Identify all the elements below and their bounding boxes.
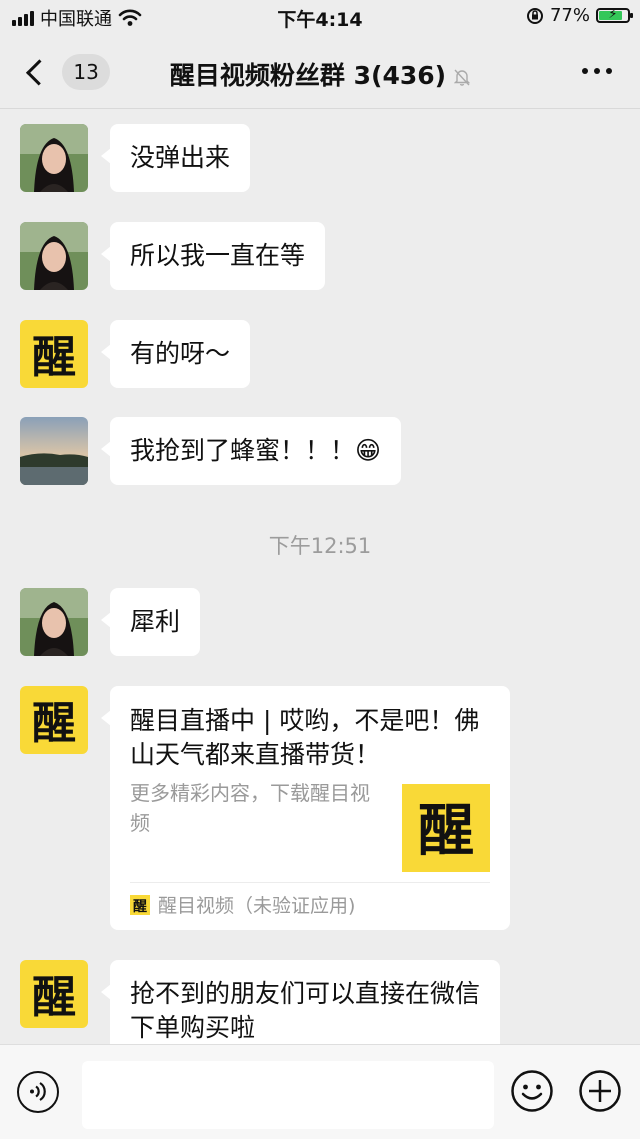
battery-percent: 77% [549, 5, 590, 26]
status-right: 77% ⚡ [526, 5, 633, 26]
avatar[interactable] [20, 124, 88, 192]
avatar[interactable]: 醒 [20, 320, 88, 388]
link-card-source: 醒 醒目视频（未验证应用) [130, 882, 490, 918]
grin-emoji-icon: 😁 [355, 436, 382, 465]
woman-avatar-image [20, 588, 88, 656]
message-bubble[interactable]: 没弹出来 [100, 124, 251, 192]
message-row: 我抢到了蜂蜜！！！😁 [20, 417, 402, 485]
message-text: 没弹出来 [130, 143, 231, 172]
more-options-button[interactable] [582, 68, 612, 74]
voice-input-button[interactable] [17, 1071, 59, 1113]
timestamp-divider: 下午12:51 [268, 534, 372, 558]
message-row: 所以我一直在等 [20, 222, 326, 290]
avatar[interactable]: 醒 [20, 686, 88, 754]
link-card-body: 更多精彩内容，下载醒目视频 醒 [130, 778, 490, 872]
svg-text:醒: 醒 [32, 698, 76, 749]
svg-text:醒: 醒 [32, 972, 76, 1023]
xingmu-small-logo-icon: 醒 [130, 894, 150, 915]
emoji-button[interactable] [510, 1069, 554, 1113]
message-input[interactable] [82, 1061, 494, 1129]
link-card[interactable]: 醒目直播中 | 哎哟，不是吧！佛山天气都来直播带货！ 更多精彩内容，下载醒目视频… [101, 686, 510, 930]
svg-text:醒: 醒 [133, 899, 147, 915]
chat-title: 醒目视频粉丝群 3(436) [169, 61, 447, 90]
message-bubble[interactable]: 犀利 [100, 588, 201, 656]
landscape-avatar-image [20, 417, 88, 485]
message-text: 所以我一直在等 [130, 241, 306, 270]
woman-avatar-image [20, 222, 88, 290]
message-text: 犀利 [130, 607, 181, 636]
message-text: 有的呀～ [130, 339, 231, 368]
woman-avatar-image [20, 124, 88, 192]
voice-icon [30, 1082, 46, 1101]
message-row: 没弹出来 [20, 124, 251, 192]
message-text: 我抢到了蜂蜜！！！ [130, 436, 356, 465]
link-card-thumbnail: 醒 [402, 784, 490, 872]
avatar[interactable] [20, 417, 88, 485]
xingmu-logo-icon: 醒 [20, 960, 88, 1028]
message-row: 醒 有的呀～ [20, 320, 251, 388]
avatar[interactable]: 醒 [20, 960, 88, 1028]
message-bubble[interactable]: 我抢到了蜂蜜！！！😁 [100, 417, 402, 485]
mute-bell-icon [454, 69, 471, 86]
message-text: 抢不到的朋友们可以直接在微信 下单购买啦 [130, 979, 481, 1042]
svg-text:醒: 醒 [418, 799, 474, 864]
link-card-title: 醒目直播中 | 哎哟，不是吧！佛山天气都来直播带货！ [130, 706, 480, 769]
svg-text:醒: 醒 [32, 332, 76, 383]
battery-icon: ⚡ [596, 7, 633, 23]
link-card-description: 更多精彩内容，下载醒目视频 [130, 781, 370, 835]
link-card-source-label: 醒目视频（未验证应用) [158, 895, 356, 917]
chat-header: 13 醒目视频粉丝群 3(436) [0, 36, 640, 109]
chat-title-wrap: 醒目视频粉丝群 3(436) [0, 56, 640, 92]
xingmu-logo-icon: 醒 [20, 320, 88, 388]
xingmu-logo-icon: 醒 [20, 686, 88, 754]
more-functions-button[interactable] [578, 1069, 622, 1113]
rotation-lock-icon [526, 7, 543, 24]
message-row: 醒 醒目直播中 | 哎哟，不是吧！佛山天气都来直播带货！ 更多精彩内容，下载醒目… [20, 686, 510, 930]
message-row: 犀利 [20, 588, 201, 656]
avatar[interactable] [20, 222, 88, 290]
input-bar [0, 1044, 640, 1139]
status-bar: 中国联通 下午4:14 77% ⚡ [0, 0, 640, 34]
message-bubble[interactable]: 有的呀～ [100, 320, 251, 388]
avatar[interactable] [20, 588, 88, 656]
message-bubble[interactable]: 所以我一直在等 [100, 222, 326, 290]
